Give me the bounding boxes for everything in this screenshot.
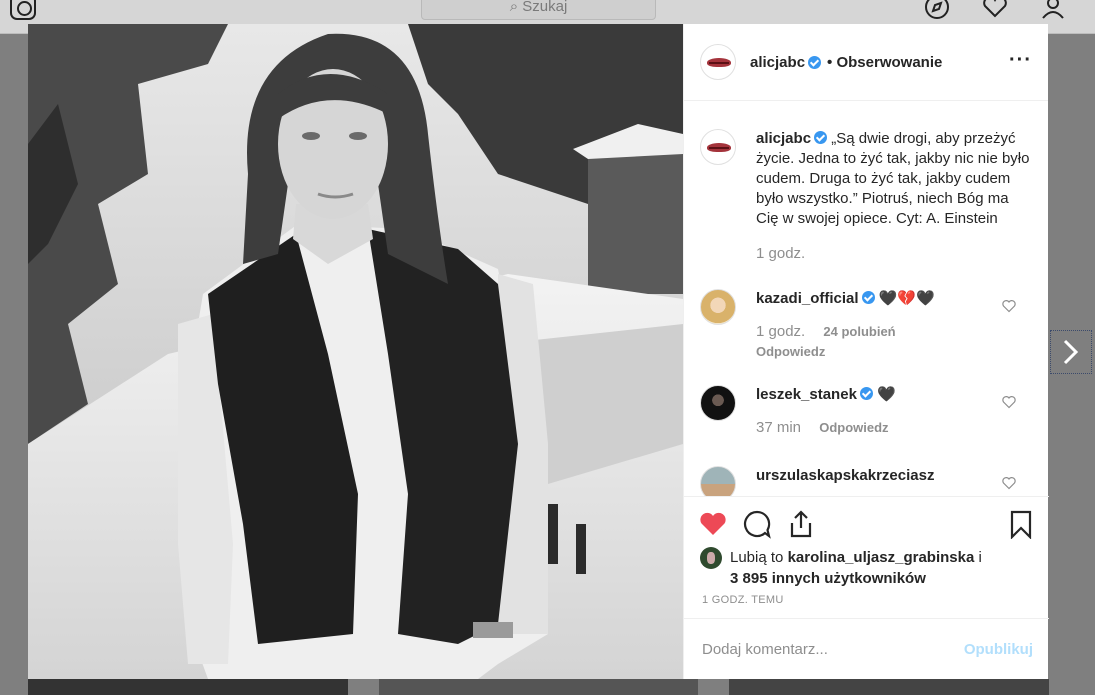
post-timestamp[interactable]: 1 GODZ. TEMU [702, 594, 784, 606]
grid-thumbnail[interactable] [28, 679, 348, 695]
post-actions: Lubią to karolina_uljasz_grabinska i 3 8… [684, 496, 1049, 679]
caption-username[interactable]: alicjabc [756, 130, 811, 147]
comment-item: leszek_stanek 🖤 37 min Odpowiedz [700, 385, 1035, 438]
like-heart-icon[interactable] [698, 509, 728, 539]
add-comment-form: Opublikuj [684, 618, 1049, 680]
commenter-avatar[interactable] [700, 466, 736, 496]
compass-icon[interactable] [924, 0, 950, 20]
search-input[interactable]: ⌕ Szukaj [421, 0, 656, 20]
post-photo[interactable] [28, 24, 683, 679]
comment-item: kazadi_official 🖤💔🖤 1 godz. 24 polubień … [700, 289, 1035, 362]
comments-list[interactable]: alicjabc „Są dwie drogi, aby przeżyć życ… [684, 101, 1049, 496]
comment-like-heart-icon[interactable] [1002, 299, 1016, 313]
post-details-panel: alicjabc • Obserwowanie ··· alicjabc „Są… [683, 24, 1049, 679]
black-and-white-portrait-image [28, 24, 683, 679]
grid-thumbnail[interactable] [729, 679, 1049, 695]
comment-text: 🖤 [877, 386, 896, 403]
comment-like-heart-icon[interactable] [1002, 476, 1016, 490]
caption: alicjabc „Są dwie drogi, aby przeżyć życ… [700, 129, 1035, 264]
verified-badge-icon [814, 131, 828, 144]
author-username[interactable]: alicjabc [750, 54, 805, 71]
share-icon[interactable] [786, 509, 816, 539]
verified-badge-icon [859, 387, 873, 400]
search-icon: ⌕ [509, 0, 519, 15]
commenter-username[interactable]: urszulaskapskakrzeciasz [756, 467, 934, 484]
search-placeholder: Szukaj [522, 0, 568, 15]
comment-likes-link[interactable]: 24 polubień [823, 324, 895, 339]
post-header: alicjabc • Obserwowanie ··· [684, 24, 1048, 101]
verified-badge-icon [808, 55, 822, 69]
likes-prefix: Lubią to [730, 549, 784, 566]
commenter-username[interactable]: leszek_stanek [756, 386, 857, 403]
comment-like-heart-icon[interactable] [1002, 395, 1016, 409]
comment-time: 37 min [756, 419, 802, 436]
author-avatar[interactable] [700, 44, 736, 80]
reply-button[interactable]: Odpowiedz [756, 342, 1035, 362]
likes-joiner: i [978, 549, 982, 566]
comment-text: 🖤💔🖤 [878, 290, 935, 307]
caption-avatar[interactable] [700, 129, 736, 165]
likes-others-link[interactable]: 3 895 innych użytkowników [730, 570, 926, 587]
chevron-right-icon [1063, 339, 1079, 365]
instagram-logo-icon[interactable] [10, 0, 36, 20]
liker-avatar[interactable] [700, 547, 722, 569]
post-modal: alicjabc • Obserwowanie ··· alicjabc „Są… [28, 24, 1049, 679]
next-post-button[interactable] [1050, 330, 1092, 374]
liker-username[interactable]: karolina_uljasz_grabinska [788, 549, 975, 566]
commenter-avatar[interactable] [700, 385, 736, 421]
commenter-username[interactable]: kazadi_official [756, 290, 859, 307]
reply-button[interactable]: Odpowiedz [819, 420, 888, 435]
comment-input[interactable] [702, 641, 964, 658]
likes-summary: Lubią to karolina_uljasz_grabinska i 3 8… [700, 547, 982, 589]
heart-icon[interactable] [982, 0, 1008, 20]
comment-bubble-icon[interactable] [742, 509, 772, 539]
caption-time: 1 godz. [756, 245, 806, 262]
comment-item: urszulaskapskakrzeciasz [700, 466, 1035, 496]
verified-badge-icon [861, 291, 875, 304]
grid-thumbnail[interactable] [379, 679, 698, 695]
bookmark-icon[interactable] [1006, 509, 1036, 539]
user-icon[interactable] [1040, 0, 1066, 20]
commenter-avatar[interactable] [700, 289, 736, 325]
comment-time: 1 godz. [756, 323, 806, 340]
more-options-icon[interactable]: ··· [1009, 50, 1032, 70]
follow-status-button[interactable]: • Obserwowanie [827, 54, 942, 71]
publish-button[interactable]: Opublikuj [964, 641, 1033, 658]
